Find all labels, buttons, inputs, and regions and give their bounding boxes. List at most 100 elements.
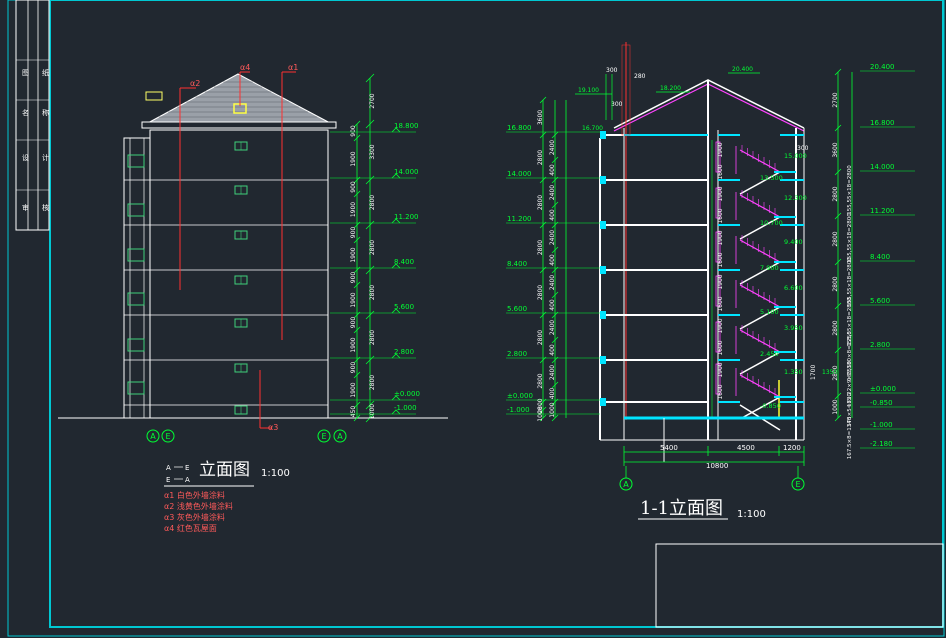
level-label: 14.000 xyxy=(507,170,532,178)
dim-label: 2800 xyxy=(369,330,376,345)
dim-label: 2400 xyxy=(549,275,556,290)
balcony-window xyxy=(127,203,145,217)
stair-flight xyxy=(739,284,781,308)
top-label: 18.200 xyxy=(660,85,681,92)
level-label: 11.200 xyxy=(394,213,419,221)
dim-label: 2400 xyxy=(549,365,556,380)
stair-level-label: 2.450 xyxy=(760,350,779,358)
top-label: 19.100 xyxy=(578,87,599,94)
svg-text:A: A xyxy=(166,464,171,472)
top-label: 300 xyxy=(611,101,623,108)
level-label: 5.600 xyxy=(870,297,890,305)
dim-label: 1600 xyxy=(717,252,724,267)
dim-label: 2700 xyxy=(832,92,839,107)
sidebar-label: 名 xyxy=(22,108,29,117)
dim-label: 1600 xyxy=(717,208,724,223)
callout-label: α4 xyxy=(240,63,250,72)
dim-label: 2800 xyxy=(537,195,544,210)
svg-text:E: E xyxy=(166,476,170,484)
dim-label: 1600 xyxy=(717,340,724,355)
slab-edge xyxy=(600,266,606,274)
dim-label: 1000 xyxy=(369,404,376,419)
axis-bubble-e: E xyxy=(317,429,331,443)
balcony-window xyxy=(127,292,145,306)
dim-label: 400 xyxy=(549,209,556,221)
dim-label: 1900 xyxy=(350,337,357,352)
svg-text:α4 红色瓦屋面: α4 红色瓦屋面 xyxy=(164,523,217,533)
sidebar-label: 计 xyxy=(42,153,49,162)
svg-text:E: E xyxy=(321,432,326,441)
slab-edge xyxy=(600,131,606,139)
slab-edge xyxy=(600,311,606,319)
dim-label: 2800 xyxy=(537,373,544,388)
balcony-window xyxy=(127,338,145,352)
svg-text:A: A xyxy=(337,432,343,441)
dim-label: 1600 xyxy=(717,384,724,399)
level-label: 8.400 xyxy=(870,253,890,261)
dim-label: 2800 xyxy=(832,320,839,335)
dim-label: 2800 xyxy=(369,240,376,255)
dim-label: 2800 xyxy=(369,285,376,300)
dim-label: 1000 xyxy=(549,402,556,417)
stair-level-label: 13.500 xyxy=(760,174,783,182)
stair-riser-note: 167.5×8=1340 xyxy=(847,416,853,459)
dim-label: 900 xyxy=(350,227,357,239)
level-label: 16.800 xyxy=(870,119,895,127)
dim-label: 2400 xyxy=(549,185,556,200)
svg-text:α1 白色外墙涂料: α1 白色外墙涂料 xyxy=(164,490,225,500)
level-label: 14.000 xyxy=(870,163,895,171)
stair-flight xyxy=(739,239,781,263)
slab-edge xyxy=(600,221,606,229)
dim-label: 2800 xyxy=(369,375,376,390)
svg-text:α3 灰色外墙涂料: α3 灰色外墙涂料 xyxy=(164,512,225,522)
material-notes: α1 白色外墙涂料 α2 浅黄色外墙涂料 α3 灰色外墙涂料 α4 红色瓦屋面 xyxy=(164,490,233,533)
dim-label: 2800 xyxy=(537,150,544,165)
level-label: 16.800 xyxy=(507,124,532,132)
axis-bubble-a: A xyxy=(333,429,347,443)
level-label: -1.000 xyxy=(507,406,530,414)
dim-label: 1000 xyxy=(832,399,839,414)
top-label: 20.400 xyxy=(732,66,753,73)
level-label: 18.800 xyxy=(394,122,419,130)
level-label: 8.400 xyxy=(507,260,527,268)
dim-label: 900 xyxy=(350,317,357,329)
level-label: -0.850 xyxy=(870,399,893,407)
svg-text:4500: 4500 xyxy=(737,444,755,452)
dim-label: 400 xyxy=(549,254,556,266)
dim-label: 2800 xyxy=(369,195,376,210)
dim-label: 1000 xyxy=(537,406,544,421)
drawing-scale: 1:100 xyxy=(261,468,290,479)
slab-edge xyxy=(600,176,606,184)
dim-label: 450 xyxy=(350,406,357,418)
svg-text:10800: 10800 xyxy=(706,462,728,470)
stair-level-label: 9.400 xyxy=(784,238,803,246)
level-label: ±0.000 xyxy=(507,392,533,400)
top-label: 300 xyxy=(606,67,618,74)
axis-bubble-e: E xyxy=(791,466,805,491)
dim-label: 2800 xyxy=(537,330,544,345)
dim-label: 1900 xyxy=(717,230,724,245)
level-label: 5.600 xyxy=(507,305,527,313)
svg-text:E: E xyxy=(795,480,800,489)
roof-eave xyxy=(141,121,337,129)
dim-label: 1350 xyxy=(822,369,837,376)
section-title: 1-1立面图 xyxy=(640,498,723,519)
sidebar-label: 图 xyxy=(22,69,29,77)
stair-riser-note: 155,55×18=2800 xyxy=(847,165,853,215)
axis-bubble-e: E xyxy=(161,429,175,443)
dim-label: 400 xyxy=(549,164,556,176)
bottom-dimension-chain: 5400 4500 1200 10800 xyxy=(623,444,805,470)
dim-label: 1700 xyxy=(810,365,817,380)
dim-label: 3300 xyxy=(369,144,376,159)
title-block xyxy=(655,543,944,628)
dim-label: 2800 xyxy=(832,276,839,291)
level-label: 2.800 xyxy=(394,348,414,356)
dim-label: 900 xyxy=(350,125,357,137)
dim-label: 3600 xyxy=(537,110,544,125)
level-label: ±0.000 xyxy=(870,385,896,393)
stair-level-label: 6.600 xyxy=(784,284,803,292)
level-label: 14.000 xyxy=(394,168,419,176)
svg-text:E: E xyxy=(165,432,170,441)
stair-level-label: 12.300 xyxy=(784,194,807,202)
dim-label: 2800 xyxy=(537,240,544,255)
